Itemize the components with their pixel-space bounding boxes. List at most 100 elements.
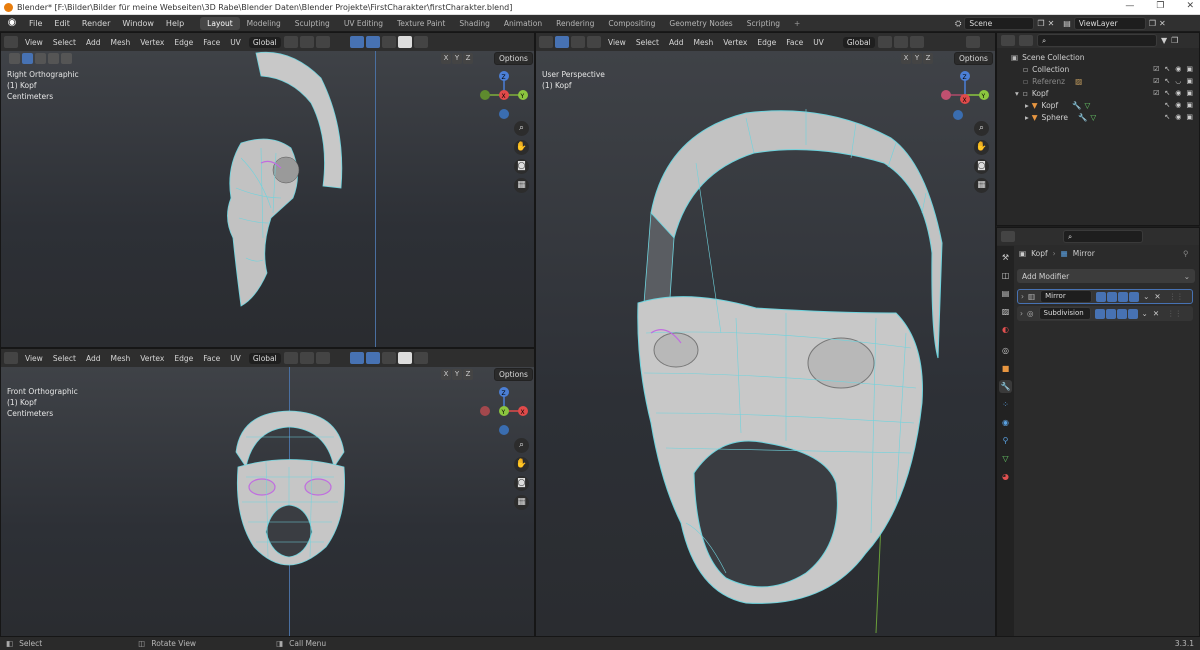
mirror-y-button[interactable]: Y [452, 369, 462, 380]
menu-view[interactable]: View [603, 38, 631, 47]
viewport-display-icon[interactable] [1118, 291, 1129, 302]
add-modifier-button[interactable]: Add Modifier ⌄ [1017, 269, 1195, 283]
menu-select[interactable]: Select [48, 354, 81, 363]
zoom-icon[interactable]: ⌕ [974, 121, 989, 136]
mirror-y-button[interactable]: Y [912, 53, 922, 64]
editor-type-icon[interactable] [1001, 231, 1015, 242]
delete-view-layer-icon[interactable]: ✕ [1159, 19, 1166, 28]
shading-solid-icon[interactable] [397, 352, 412, 364]
pan-hand-icon[interactable]: ✋ [974, 140, 989, 155]
outliner-row-referenz[interactable]: ▫ Referenz ▨ ☑ ↖ ◡ ▣ [997, 75, 1199, 87]
expand-arrow-icon[interactable]: ▸ [1025, 113, 1029, 122]
editor-type-icon[interactable] [1001, 35, 1015, 46]
outliner-row-sphere-object[interactable]: ▸ ▼ Sphere 🔧 ▽ ↖ ◉ ▣ [997, 111, 1199, 123]
tab-layout[interactable]: Layout [200, 16, 240, 30]
mirror-y-button[interactable]: Y [452, 53, 462, 64]
viewport-right-ortho[interactable]: View Select Add Mesh Vertex Edge Face UV… [0, 32, 535, 348]
mirror-z-button[interactable]: Z [463, 369, 473, 380]
pivot-icon[interactable] [283, 352, 298, 364]
menu-edit[interactable]: Edit [48, 19, 76, 28]
remove-modifier-icon[interactable]: ✕ [1154, 292, 1160, 301]
edge-select-icon[interactable] [571, 36, 585, 48]
tab-scripting[interactable]: Scripting [740, 17, 787, 30]
vertex-select-icon[interactable] [22, 52, 33, 64]
particles-tab-icon[interactable]: ⁘ [999, 398, 1012, 411]
world-tab-icon[interactable]: ◎ [999, 344, 1012, 357]
outliner-row-scene-collection[interactable]: ▣ Scene Collection [997, 51, 1199, 63]
edit-mode-icon[interactable] [1107, 291, 1118, 302]
filter-icon[interactable]: ▼ [1161, 36, 1167, 45]
select-toggle-icon[interactable]: ↖ [1164, 65, 1170, 73]
overlay-toggle-icon[interactable] [365, 36, 380, 48]
outliner-row-kopf-collection[interactable]: ▾ ▫ Kopf ☑ ↖ ◉ ▣ [997, 87, 1199, 99]
modifier-name-field[interactable]: Subdivision [1038, 307, 1091, 320]
viewport-front-ortho[interactable]: View Select Add Mesh Vertex Edge Face UV… [0, 348, 535, 637]
tab-uv-editing[interactable]: UV Editing [337, 17, 390, 30]
tab-shading[interactable]: Shading [452, 17, 496, 30]
copy-scene-icon[interactable]: ❐ [1037, 19, 1044, 28]
drag-handle-icon[interactable]: ⋮⋮ [1169, 292, 1184, 301]
menu-help[interactable]: Help [160, 19, 190, 28]
remove-modifier-icon[interactable]: ✕ [1153, 309, 1159, 318]
grid-toggle-icon[interactable]: ▦ [514, 178, 529, 193]
outliner-row-collection[interactable]: ▫ Collection ☑ ↖ ◉ ▣ [997, 63, 1199, 75]
select-toggle-icon[interactable]: ↖ [1164, 113, 1170, 121]
proportional-edit-icon[interactable] [315, 352, 330, 364]
physics-tab-icon[interactable]: ◉ [999, 416, 1012, 429]
edit-cage-icon[interactable] [1096, 291, 1107, 302]
menu-edge[interactable]: Edge [169, 38, 198, 47]
zoom-icon[interactable]: ⌕ [514, 121, 529, 136]
expand-arrow-icon[interactable]: ▸ [1025, 101, 1029, 110]
tab-modeling[interactable]: Modeling [240, 17, 288, 30]
display-mode-icon[interactable] [1019, 35, 1033, 46]
menu-select[interactable]: Select [48, 38, 81, 47]
vertex-select-icon[interactable] [555, 36, 569, 48]
menu-face[interactable]: Face [781, 38, 808, 47]
snap-icon[interactable] [893, 36, 908, 48]
menu-view[interactable]: View [20, 38, 48, 47]
edge-select-icon[interactable] [35, 52, 46, 64]
properties-search-input[interactable]: ⌕ [1063, 230, 1143, 243]
modifier-tab-icon[interactable]: 🔧 [999, 380, 1012, 393]
overlay-dropdown-icon[interactable] [965, 36, 980, 48]
menu-mesh[interactable]: Mesh [105, 38, 135, 47]
data-tab-icon[interactable]: ▽ [999, 452, 1012, 465]
face-select-icon[interactable] [48, 52, 59, 64]
snap-icon[interactable] [299, 36, 314, 48]
menu-select[interactable]: Select [631, 38, 664, 47]
editor-type-icon[interactable] [539, 36, 553, 48]
tab-animation[interactable]: Animation [497, 17, 549, 30]
eye-closed-icon[interactable]: ◡ [1175, 77, 1181, 85]
menu-uv[interactable]: UV [808, 38, 829, 47]
menu-view[interactable]: View [20, 354, 48, 363]
tab-sculpting[interactable]: Sculpting [288, 17, 337, 30]
menu-render[interactable]: Render [76, 19, 116, 28]
tab-rendering[interactable]: Rendering [549, 17, 601, 30]
pivot-icon[interactable] [877, 36, 892, 48]
close-icon[interactable]: ✕ [1186, 1, 1194, 11]
dropdown-icon[interactable]: ⌄ [1143, 292, 1149, 301]
render-display-icon[interactable] [1127, 308, 1138, 319]
tool-select-icon[interactable] [9, 52, 20, 64]
tab-compositing[interactable]: Compositing [601, 17, 662, 30]
menu-vertex[interactable]: Vertex [718, 38, 752, 47]
view-layer-field[interactable]: ViewLayer [1073, 17, 1146, 30]
scene-field[interactable]: Scene [964, 17, 1035, 30]
transform-orientation-select[interactable]: Global [248, 36, 281, 48]
select-toggle-icon[interactable]: ↖ [1164, 89, 1170, 97]
mirror-x-button[interactable]: X [901, 53, 911, 64]
object-tab-icon[interactable]: ■ [999, 362, 1012, 375]
gizmo-toggle-icon[interactable] [349, 352, 364, 364]
pan-hand-icon[interactable]: ✋ [514, 457, 529, 472]
perspective-toggle-icon[interactable]: ▦ [974, 178, 989, 193]
render-icon[interactable]: ▣ [1186, 89, 1193, 97]
expand-arrow-icon[interactable]: ▾ [1015, 89, 1019, 98]
menu-vertex[interactable]: Vertex [135, 38, 169, 47]
view-layer-tab-icon[interactable]: ▨ [999, 305, 1012, 318]
render-display-icon[interactable] [1129, 291, 1140, 302]
select-mode-icon[interactable] [61, 52, 72, 64]
modifier-panel-subdivision[interactable]: › ◎ Subdivision ⌄ ✕ ⋮⋮ [1017, 306, 1193, 321]
gizmo-toggle-icon[interactable] [349, 36, 364, 48]
mirror-x-button[interactable]: X [441, 53, 451, 64]
menu-uv[interactable]: UV [225, 38, 246, 47]
